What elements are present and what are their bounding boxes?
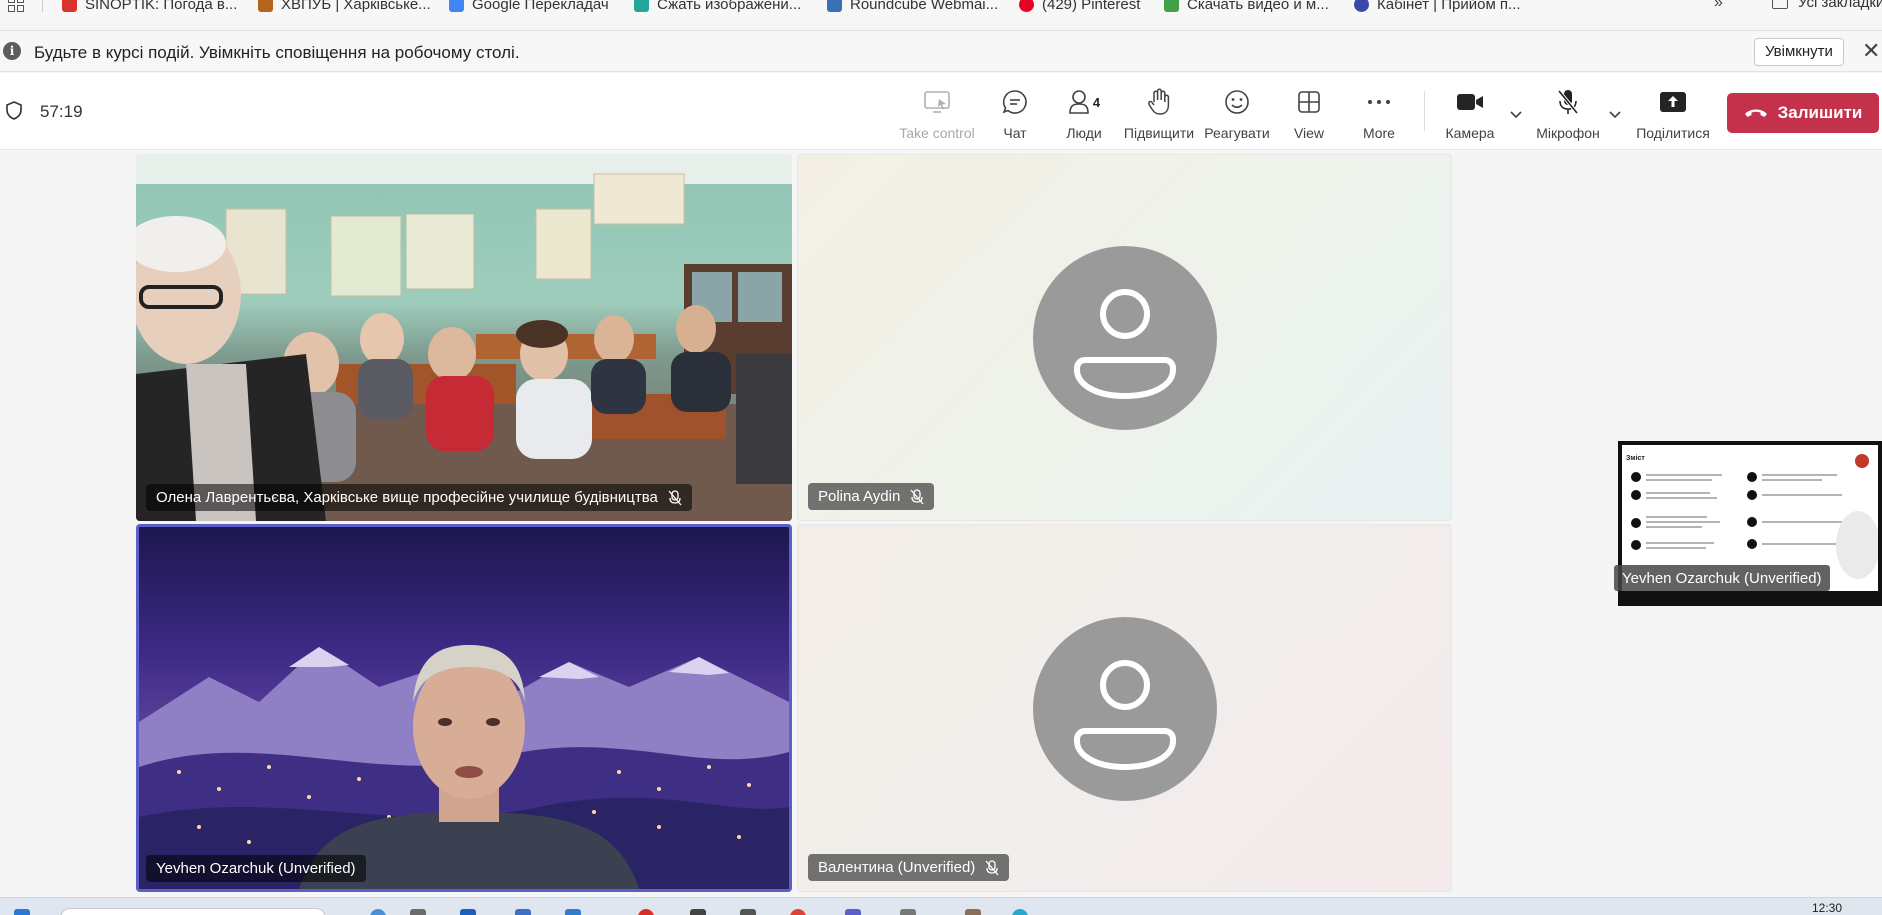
bookmark-sinoptik[interactable]: SINOPTIK: Погода в... [62,0,237,14]
hang-up-icon [1744,109,1767,117]
chrome-icon[interactable] [790,909,806,915]
participant-tile-olena[interactable]: Олена Лаврентьєва, Харківське вище профе… [136,154,792,521]
word-icon[interactable] [460,909,476,915]
apps-grid-icon[interactable] [8,0,24,12]
participant-name-tag: Polina Aydin [808,483,935,510]
avatar-placeholder [1033,617,1217,801]
bookmarks-bar: SINOPTIK: Погода в... ХВПУБ | Харківське… [0,0,1882,18]
camera-options-chevron-icon[interactable] [1509,109,1523,119]
bookmarks-divider [42,0,43,12]
screen-control-icon [922,87,952,117]
bookmark-google-translate[interactable]: Google Перекладач [449,0,609,14]
more-dots-icon [1364,87,1394,117]
pinterest-icon [1019,0,1034,12]
share-button[interactable]: Поділитися [1628,87,1718,141]
bookmark-pinterest[interactable]: (429) Pinterest [1019,0,1140,14]
task-view-icon[interactable] [370,909,386,915]
compress-icon [634,0,649,12]
participant-tile-polina[interactable]: Polina Aydin [797,154,1452,521]
smiley-icon [1222,87,1252,117]
people-icon: 4 [1062,87,1106,117]
app-icon[interactable] [690,909,706,915]
explorer-icon[interactable] [515,909,531,915]
mic-off-icon [985,859,999,875]
account-icon [1354,0,1369,12]
mail-icon [827,0,842,12]
more-button[interactable]: More [1334,87,1424,141]
bookmarks-overflow-button[interactable]: » [1714,0,1723,12]
presenter-name-tag: Yevhen Ozarchuk (Unverified) [1614,565,1830,591]
avatar-placeholder [1033,246,1217,430]
participant-name-tag: Yevhen Ozarchuk (Unverified) [146,855,366,882]
hand-icon [1144,87,1174,117]
mic-off-icon [910,488,924,504]
participant-tile-valentina[interactable]: Валентина (Unverified) [797,524,1452,892]
taskbar-search-box[interactable] [60,908,326,915]
edge-icon[interactable] [565,909,581,915]
person-icon [1074,289,1176,400]
app-icon[interactable] [965,909,981,915]
close-icon[interactable]: ✕ [1862,39,1880,63]
notification-banner: i Будьте в курсі подій. Увімкніть сповіщ… [0,30,1882,72]
teams-icon[interactable] [845,909,861,915]
notification-badge-icon[interactable] [638,909,654,915]
school-icon [258,0,273,12]
raise-hand-button[interactable]: Підвищити [1114,87,1204,141]
notification-text: Будьте в курсі подій. Увімкніть сповіщен… [34,43,520,62]
take-control-button[interactable]: Take control [892,87,982,141]
meeting-timer: 57:19 [40,102,83,121]
translate-icon [449,0,464,12]
thermometer-icon [62,0,77,12]
os-taskbar: 12:30 [0,897,1882,915]
enable-notifications-button[interactable]: Увімкнути [1754,38,1844,66]
mic-off-icon [668,489,682,505]
bookmark-roundcube[interactable]: Roundcube Webmai... [827,0,998,14]
folder-icon [1772,0,1788,9]
meeting-stage: Олена Лаврентьєва, Харківське вище профе… [0,151,1882,897]
app-icon[interactable] [1012,909,1028,915]
bookmark-cabinet[interactable]: Кабінет | Прийом п... [1354,0,1521,14]
screen-share-thumbnail[interactable]: Зміст Yevhen Ozarchuk (Unverified) [1614,441,1882,606]
person-icon [1074,660,1176,771]
camera-icon [1455,87,1485,117]
leave-button[interactable]: Залишити [1727,93,1879,133]
people-count: 4 [1092,94,1101,110]
shield-icon [6,101,22,120]
download-icon [1164,0,1179,12]
participant-tile-yevhen[interactable]: Yevhen Ozarchuk (Unverified) [136,524,792,892]
taskbar-clock: 12:30 [1812,901,1843,915]
mic-off-icon [1553,87,1583,117]
meeting-toolbar: 57:19 Take control Чат 4 Люди Підвищити … [0,73,1882,150]
all-bookmarks-button[interactable]: Усі закладки [1772,0,1882,11]
camera-button[interactable]: Камера [1425,87,1515,141]
participant-name-tag: Валентина (Unverified) [808,854,1010,881]
share-screen-icon [1658,87,1688,117]
grid-view-icon [1294,87,1324,117]
bookmark-hvpub[interactable]: ХВПУБ | Харківське... [258,0,431,14]
widget-icon[interactable] [410,909,426,915]
bookmark-compress[interactable]: Сжать изображени... [634,0,801,14]
info-icon: i [3,42,21,60]
app-icon[interactable] [740,909,756,915]
app-icon[interactable] [900,909,916,915]
start-icon[interactable] [14,909,30,915]
mic-options-chevron-icon[interactable] [1608,109,1622,119]
speaker-video-feed [139,645,789,889]
microphone-button[interactable]: Мікрофон [1523,87,1613,141]
chat-icon [1000,87,1030,117]
classroom-video-feed [136,154,792,521]
bookmark-download-video[interactable]: Скачать видео и м... [1164,0,1329,14]
participant-name-tag: Олена Лаврентьєва, Харківське вище профе… [146,484,692,511]
